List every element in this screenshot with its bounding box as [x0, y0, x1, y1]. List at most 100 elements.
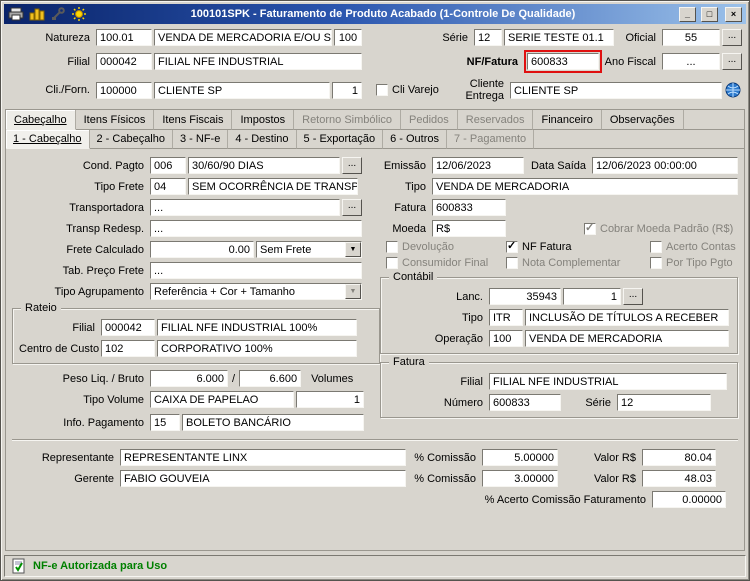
rateio-group-title: Rateio — [21, 302, 61, 315]
cliente-entrega-field[interactable]: CLIENTE SP — [510, 81, 722, 99]
printer-icon[interactable] — [8, 6, 24, 22]
contabil-tipo-desc-field[interactable]: INCLUSÃO DE TÍTULOS A RECEBER — [525, 309, 729, 326]
checkbox-box: ✓ — [584, 222, 596, 235]
acerto-comissao-field[interactable]: 0.00000 — [652, 491, 726, 508]
minimize-button[interactable]: _ — [679, 6, 696, 22]
subtab-3-nfe[interactable]: 3 - NF-e — [173, 130, 229, 149]
centro-custo-desc-field[interactable]: CORPORATIVO 100% — [157, 340, 357, 357]
subtab-2-cabecalho[interactable]: 2 - Cabeçalho — [89, 130, 173, 149]
checkbox-box — [650, 257, 662, 269]
transportadora-browse-button[interactable]: ... — [342, 199, 362, 216]
subtab-6-outros[interactable]: 6 - Outros — [383, 130, 447, 149]
serie-desc-field[interactable]: SERIE TESTE 01.1 — [504, 29, 614, 46]
emissao-field[interactable]: 12/06/2023 — [432, 157, 524, 174]
money-icon[interactable] — [29, 6, 45, 22]
tab-cabecalho[interactable]: Cabeçalho — [6, 110, 76, 130]
tab-control: Cabeçalho Itens Físicos Itens Fiscais Im… — [5, 109, 745, 551]
nf-fatura-checkbox[interactable]: ✓ NF Fatura — [506, 240, 648, 253]
sun-icon[interactable] — [71, 6, 87, 22]
tipo-frete-desc-field[interactable]: SEM OCORRÊNCIA DE TRANSPORTE — [188, 178, 358, 195]
centro-custo-label: Centro de Custo — [19, 342, 100, 355]
fatura-label: Fatura — [394, 201, 426, 214]
operacao-code-field[interactable]: 100 — [489, 330, 523, 347]
frete-calculado-field[interactable]: 0.00 — [150, 241, 254, 258]
moeda-field[interactable]: R$ — [432, 220, 506, 237]
globe-icon[interactable] — [724, 81, 742, 99]
header-panel: Natureza 100.01 VENDA DE MERCADORIA E/OU… — [4, 24, 746, 109]
lanc-seq-field[interactable]: 1 — [563, 288, 621, 305]
oficial-browse-button[interactable]: ... — [722, 29, 742, 46]
fatura-field[interactable]: 600833 — [432, 199, 506, 216]
subtab-4-destino[interactable]: 4 - Destino — [228, 130, 297, 149]
cond-pagto-desc-field[interactable]: 30/60/90 DIAS — [188, 157, 340, 174]
transportadora-field[interactable]: ... — [150, 199, 340, 216]
tipo-frete-code-field[interactable]: 04 — [150, 178, 186, 195]
representante-comissao-field[interactable]: 5.00000 — [482, 449, 558, 466]
tab-preco-frete-field[interactable]: ... — [150, 262, 362, 279]
gerente-field[interactable]: FABIO GOUVEIA — [120, 470, 406, 487]
numero-field[interactable]: 600833 — [489, 394, 561, 411]
peso-bruto-field[interactable]: 6.600 — [239, 370, 302, 387]
cond-pagto-browse-button[interactable]: ... — [342, 157, 362, 174]
lanc-field[interactable]: 35943 — [489, 288, 561, 305]
acerto-contas-checkbox: Acerto Contas — [650, 241, 736, 253]
consumidor-final-checkbox: Consumidor Final — [386, 257, 504, 269]
fatura-filial-field[interactable]: FILIAL NFE INDUSTRIAL — [489, 373, 727, 390]
peso-liquido-field[interactable]: 6.000 — [150, 370, 228, 387]
transp-redesp-field[interactable]: ... — [150, 220, 362, 237]
gerente-comissao-field[interactable]: 3.00000 — [482, 470, 558, 487]
subtab-1-cabecalho[interactable]: 1 - Cabeçalho — [6, 130, 90, 149]
tipo-agrupamento-dropdown[interactable]: Referência + Cor + Tamanho ▼ — [150, 283, 362, 300]
cli-varejo-checkbox[interactable]: Cli Varejo — [376, 84, 439, 96]
tipo-frete-label: Tipo Frete — [94, 180, 144, 193]
representante-valor-field[interactable]: 80.04 — [642, 449, 716, 466]
filial-desc-field[interactable]: FILIAL NFE INDUSTRIAL — [154, 53, 362, 70]
cobrar-moeda-label: Cobrar Moeda Padrão (R$) — [600, 222, 734, 235]
frete-tipo-value: Sem Frete — [260, 244, 312, 256]
wrench-icon[interactable] — [50, 6, 66, 22]
gerente-valor-field[interactable]: 48.03 — [642, 470, 716, 487]
sub-tab-strip-filler — [534, 130, 744, 149]
info-pagamento-label: Info. Pagamento — [63, 416, 144, 429]
centro-custo-code-field[interactable]: 102 — [101, 340, 155, 357]
tab-impostos[interactable]: Impostos — [232, 110, 295, 130]
data-saida-field[interactable]: 12/06/2023 00:00:00 — [592, 157, 738, 174]
info-pagamento-desc-field[interactable]: BOLETO BANCÁRIO — [182, 414, 364, 431]
cli-forn-code-field[interactable]: 100000 — [96, 81, 152, 99]
tab-itens-fisicos[interactable]: Itens Físicos — [75, 110, 155, 130]
filial-code-field[interactable]: 000042 — [96, 53, 152, 70]
tab-itens-fiscais[interactable]: Itens Fiscais — [154, 110, 233, 130]
cond-pagto-code-field[interactable]: 006 — [150, 157, 186, 174]
maximize-button[interactable]: □ — [701, 6, 718, 22]
contabil-group-title: Contábil — [389, 271, 438, 284]
natureza-desc-field[interactable]: VENDA DE MERCADORIA E/OU SERVI — [154, 29, 332, 46]
cli-forn-seq-field[interactable]: 1 — [332, 81, 362, 99]
devolucao-label: Devolução — [402, 241, 454, 253]
fatura-serie-field[interactable]: 12 — [617, 394, 711, 411]
frete-tipo-dropdown[interactable]: Sem Frete ▼ — [256, 241, 362, 258]
tab-observacoes[interactable]: Observações — [601, 110, 684, 130]
tipo-field[interactable]: VENDA DE MERCADORIA — [432, 178, 738, 195]
oficial-field[interactable]: 55 — [662, 29, 720, 46]
ano-fiscal-browse-button[interactable]: ... — [722, 53, 742, 70]
serie-code-field[interactable]: 12 — [474, 29, 502, 46]
cli-forn-desc-field[interactable]: CLIENTE SP — [154, 81, 330, 99]
lanc-browse-button[interactable]: ... — [623, 288, 643, 305]
tipo-volume-field[interactable]: CAIXA DE PAPELAO — [150, 391, 294, 408]
nf-fatura-highlight: 600833 — [524, 50, 602, 73]
operacao-desc-field[interactable]: VENDA DE MERCADORIA — [525, 330, 729, 347]
volumes-qty-field[interactable]: 1 — [296, 391, 364, 408]
tab-financeiro[interactable]: Financeiro — [533, 110, 602, 130]
natureza-code-field[interactable]: 100.01 — [96, 29, 152, 46]
subtab-5-exportacao[interactable]: 5 - Exportação — [296, 130, 384, 149]
contabil-tipo-code-field[interactable]: ITR — [489, 309, 523, 326]
info-pagamento-code-field[interactable]: 15 — [150, 414, 180, 431]
close-button[interactable]: × — [725, 6, 742, 22]
rateio-filial-desc-field[interactable]: FILIAL NFE INDUSTRIAL 100% — [157, 319, 357, 336]
natureza-extra-field[interactable]: 100 — [334, 29, 362, 46]
chevron-down-icon[interactable]: ▼ — [345, 242, 361, 257]
rateio-filial-code-field[interactable]: 000042 — [101, 319, 155, 336]
ano-fiscal-field[interactable]: ... — [662, 53, 720, 70]
representante-field[interactable]: REPRESENTANTE LINX — [120, 449, 406, 466]
nf-fatura-field[interactable]: 600833 — [527, 53, 599, 70]
